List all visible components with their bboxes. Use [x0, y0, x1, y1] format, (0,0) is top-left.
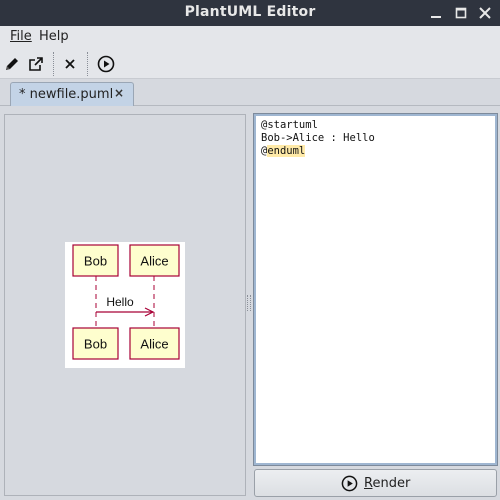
- edit-button[interactable]: [1, 53, 23, 75]
- code-highlight: enduml: [267, 145, 306, 157]
- toolbar: [0, 48, 500, 79]
- code-line: @enduml: [261, 145, 306, 157]
- tab-bar: * newfile.puml ×: [0, 79, 500, 106]
- code-editor[interactable]: @startuml Bob->Alice : Hello @enduml: [253, 113, 498, 466]
- menu-file[interactable]: File: [10, 29, 32, 44]
- tab-newfile[interactable]: * newfile.puml ×: [10, 82, 134, 106]
- minimize-button[interactable]: [426, 3, 446, 23]
- minimize-icon: [431, 16, 441, 18]
- participant-alice-bottom-label: Alice: [140, 337, 168, 352]
- participant-bob-top-label: Bob: [84, 254, 107, 269]
- toolbar-separator: [53, 52, 54, 76]
- split-pane-divider[interactable]: [247, 295, 251, 311]
- run-button[interactable]: [95, 53, 117, 75]
- code-line: @startuml: [261, 119, 318, 131]
- tab-label: * newfile.puml: [19, 87, 114, 102]
- render-rest: ender: [372, 476, 411, 491]
- close-button[interactable]: [59, 53, 81, 75]
- close-icon: [65, 59, 75, 69]
- menu-file-label: File: [10, 29, 32, 44]
- pencil-icon: [6, 58, 18, 70]
- render-button-content: Render: [341, 475, 410, 492]
- sequence-diagram: Bob Alice Hello Bob Alice: [65, 242, 185, 368]
- title-bar: PlantUML Editor: [0, 0, 500, 26]
- menu-bar: File Help: [0, 26, 500, 48]
- window-title: PlantUML Editor: [184, 4, 316, 20]
- close-window-icon: [479, 7, 491, 19]
- participant-bob-bottom-label: Bob: [84, 337, 107, 352]
- diagram-preview-pane: Bob Alice Hello Bob Alice: [4, 114, 246, 496]
- code-line: Bob->Alice : Hello: [261, 132, 375, 144]
- external-link-icon: [29, 57, 43, 71]
- maximize-icon: [455, 7, 467, 19]
- maximize-button[interactable]: [451, 3, 471, 23]
- message-label: Hello: [106, 295, 134, 309]
- toolbar-separator: [87, 52, 88, 76]
- render-button-label: Render: [364, 476, 410, 491]
- sequence-diagram-svg: Bob Alice Hello Bob Alice: [65, 242, 185, 368]
- render-button[interactable]: Render: [254, 469, 497, 497]
- participant-alice-top-label: Alice: [140, 254, 168, 269]
- tab-close-icon[interactable]: ×: [114, 86, 124, 100]
- play-circle-icon: [97, 55, 115, 73]
- menu-help-label: Help: [39, 29, 69, 44]
- play-circle-icon: [341, 475, 358, 492]
- close-window-button[interactable]: [475, 3, 495, 23]
- open-external-button[interactable]: [25, 53, 47, 75]
- menu-help[interactable]: Help: [39, 29, 69, 44]
